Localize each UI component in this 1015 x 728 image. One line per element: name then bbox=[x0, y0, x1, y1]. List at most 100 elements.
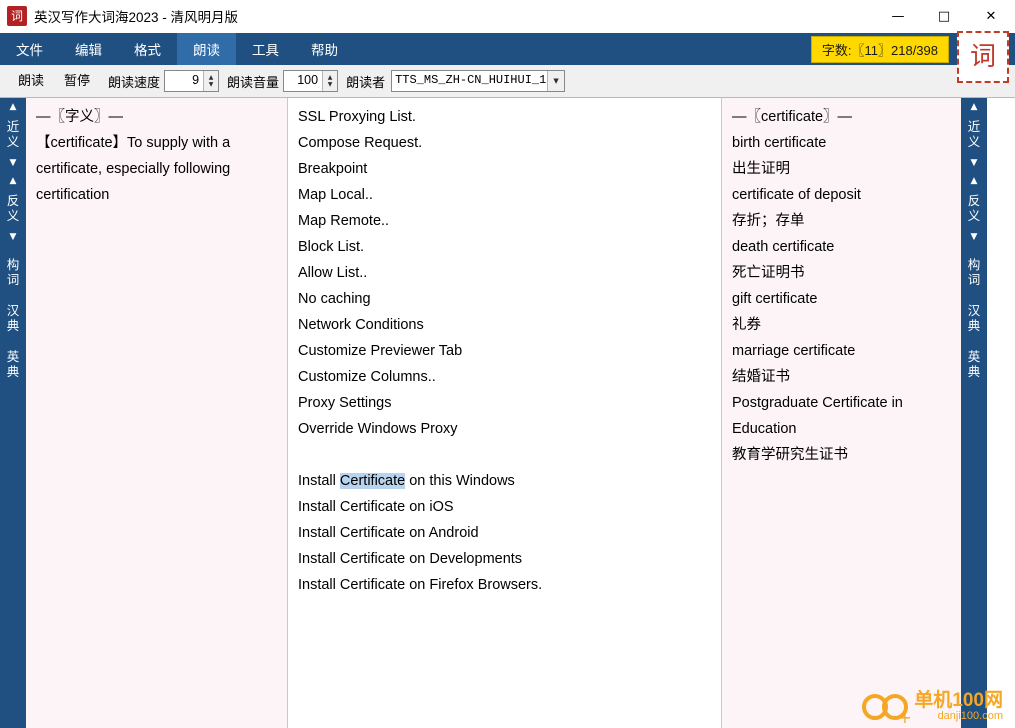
speed-stepper[interactable]: 9 ▲ ▼ bbox=[164, 70, 220, 92]
selected-word[interactable]: Certificate bbox=[339, 473, 406, 489]
volume-stepper[interactable]: 100 ▲ ▼ bbox=[283, 70, 339, 92]
editor-line: Install Certificate on Android bbox=[298, 525, 479, 541]
right-sidebar-item-antonym-line1: 反 bbox=[967, 194, 981, 208]
menu-item-read[interactable]: 朗读 bbox=[177, 33, 236, 65]
sidebar-item-synonym-line1: 近 bbox=[6, 120, 20, 134]
sidebar-item-synonym-line2: 义 bbox=[6, 135, 20, 149]
sidebar-item-english-dict-line1: 英 bbox=[6, 350, 20, 364]
editor-line-suffix: on this Windows bbox=[405, 473, 515, 489]
right-rail-up-arrow-icon[interactable]: ▲ bbox=[961, 98, 987, 116]
menu-bar: 文件 编辑 格式 朗读 工具 帮助 字数:〖11〗218/398 词 bbox=[0, 31, 1015, 83]
minimize-button[interactable]: — bbox=[875, 0, 921, 32]
seal-stamp-glyph: 词 bbox=[969, 42, 996, 72]
phrase-line: 结婚证书 bbox=[732, 369, 790, 385]
read-button[interactable]: 朗读 bbox=[8, 69, 54, 93]
editor-line: Customize Columns.. bbox=[298, 369, 436, 385]
read-toolbar: 朗读 暂停 朗读速度 9 ▲ ▼ 朗读音量 100 ▲ ▼ 朗读者 TTS_MS_Z… bbox=[0, 65, 1015, 98]
sidebar-item-antonym-line2: 义 bbox=[6, 209, 20, 223]
editor-line: Install Certificate on iOS bbox=[298, 499, 454, 515]
close-button[interactable]: ✕ bbox=[967, 0, 1015, 32]
editor-line: Allow List.. bbox=[298, 265, 368, 281]
sidebar-item-synonym[interactable]: 近 义 bbox=[0, 116, 26, 154]
title-bar: 词 英汉写作大词海2023 - 清风明月版 — □ ✕ bbox=[0, 0, 1015, 33]
right-sidebar-item-chinese-dict-line2: 典 bbox=[967, 319, 981, 333]
left-rail-up-arrow-icon[interactable]: ▲ bbox=[0, 98, 26, 116]
right-sidebar-item-antonym[interactable]: 反 义 bbox=[961, 190, 987, 228]
menu-item-file[interactable]: 文件 bbox=[0, 33, 59, 65]
seal-stamp-icon: 词 bbox=[957, 31, 1009, 83]
right-sidebar-item-synonym-line1: 近 bbox=[967, 120, 981, 134]
phrase-line: Postgraduate Certificate in bbox=[732, 395, 903, 411]
window-controls: — □ ✕ bbox=[875, 0, 1015, 32]
right-sidebar-item-synonym-line2: 义 bbox=[967, 135, 981, 149]
sidebar-item-antonym[interactable]: 反 义 bbox=[0, 190, 26, 228]
voice-label: 朗读者 bbox=[346, 74, 386, 90]
editor-line: No caching bbox=[298, 291, 371, 307]
editor-line: Install Certificate on Firefox Browsers. bbox=[298, 577, 543, 593]
definition-pane: —〖字义〗— 【certificate】To supply with a cer… bbox=[26, 98, 288, 728]
maximize-button[interactable]: □ bbox=[921, 0, 967, 32]
right-sidebar-item-synonym[interactable]: 近 义 bbox=[961, 116, 987, 154]
word-count-badge: 字数:〖11〗218/398 bbox=[810, 35, 949, 63]
right-rail-down-arrow-icon-2[interactable]: ▼ bbox=[961, 228, 987, 246]
right-sidebar-item-chinese-dict[interactable]: 汉 典 bbox=[961, 300, 987, 338]
pause-button[interactable]: 暂停 bbox=[54, 69, 100, 93]
editor-line-prefix: Install bbox=[298, 473, 340, 489]
right-sidebar-item-antonym-line2: 义 bbox=[967, 209, 981, 223]
speed-value[interactable]: 9 bbox=[165, 71, 203, 91]
right-sidebar-item-chinese-dict-line1: 汉 bbox=[967, 304, 981, 318]
volume-value[interactable]: 100 bbox=[284, 71, 322, 91]
left-rail-up-arrow-icon-2[interactable]: ▲ bbox=[0, 172, 26, 190]
phrases-pane: —〖certificate〗— birth certificate 出生证明 c… bbox=[722, 98, 961, 728]
editor-line: Install Certificate on Developments bbox=[298, 551, 523, 567]
editor-line: Customize Previewer Tab bbox=[298, 343, 463, 359]
right-sidebar-item-english-dict-line2: 典 bbox=[967, 365, 981, 379]
sidebar-item-english-dict[interactable]: 英 典 bbox=[0, 346, 26, 384]
menu-item-edit[interactable]: 编辑 bbox=[59, 33, 118, 65]
editor-line-with-selection: Install Certificate on this Windows bbox=[298, 468, 711, 494]
editor-line: Block List. bbox=[298, 239, 365, 255]
phrase-line: death certificate bbox=[732, 239, 835, 255]
editor-line: Breakpoint bbox=[298, 161, 368, 177]
phrases-heading: —〖certificate〗— bbox=[732, 109, 853, 125]
editor-line: Proxy Settings bbox=[298, 395, 392, 411]
phrase-line: birth certificate bbox=[732, 135, 827, 151]
right-sidebar-item-english-dict-line1: 英 bbox=[967, 350, 981, 364]
definition-line: 【certificate】To supply with a bbox=[36, 135, 231, 151]
phrase-line: 死亡证明书 bbox=[732, 265, 805, 281]
voice-select[interactable]: TTS_MS_ZH-CN_HUIHUI_11. ▼ bbox=[391, 70, 566, 92]
right-rail-up-arrow-icon-2[interactable]: ▲ bbox=[961, 172, 987, 190]
sidebar-item-chinese-dict[interactable]: 汉 典 bbox=[0, 300, 26, 338]
left-rail-down-arrow-icon[interactable]: ▼ bbox=[0, 154, 26, 172]
sidebar-item-chinese-dict-line1: 汉 bbox=[6, 304, 20, 318]
definition-line: certificate, especially following bbox=[36, 161, 231, 177]
sidebar-item-word-formation[interactable]: 构 词 bbox=[0, 254, 26, 292]
editor-pane[interactable]: SSL Proxying List. Compose Request. Brea… bbox=[288, 98, 722, 728]
menu-item-tools[interactable]: 工具 bbox=[236, 33, 295, 65]
menu-spacer bbox=[354, 33, 811, 65]
main-body: ▲ 近 义 ▼ ▲ 反 义 ▼ 构 词 汉 典 英 典 —〖字义〗— 【cert… bbox=[0, 98, 1015, 728]
phrase-line: certificate of deposit bbox=[732, 187, 861, 203]
right-sidebar-item-english-dict[interactable]: 英 典 bbox=[961, 346, 987, 384]
dictionary-icon: 词 bbox=[7, 6, 27, 26]
menu-item-format[interactable]: 格式 bbox=[118, 33, 177, 65]
voice-value[interactable]: TTS_MS_ZH-CN_HUIHUI_11. bbox=[392, 71, 547, 91]
application-window: 词 英汉写作大词海2023 - 清风明月版 — □ ✕ 文件 编辑 格式 朗读 … bbox=[0, 0, 1015, 728]
phrase-line: 存折；存单 bbox=[732, 213, 805, 229]
left-rail-down-arrow-icon-2[interactable]: ▼ bbox=[0, 228, 26, 246]
sidebar-item-antonym-line1: 反 bbox=[6, 194, 20, 208]
definition-heading: —〖字义〗— bbox=[36, 109, 123, 125]
volume-stepper-arrows[interactable]: ▲ ▼ bbox=[322, 71, 338, 91]
sidebar-item-word-formation-line1: 构 bbox=[6, 258, 20, 272]
editor-line: Network Conditions bbox=[298, 317, 424, 333]
editor-line: Map Remote.. bbox=[298, 213, 390, 229]
editor-blank-line bbox=[298, 442, 711, 468]
phrase-line: gift certificate bbox=[732, 291, 818, 307]
phrase-line: 礼券 bbox=[732, 317, 761, 333]
menu-item-help[interactable]: 帮助 bbox=[295, 33, 354, 65]
right-rail-down-arrow-icon[interactable]: ▼ bbox=[961, 154, 987, 172]
speed-stepper-arrows[interactable]: ▲ ▼ bbox=[203, 71, 219, 91]
right-sidebar-item-word-formation[interactable]: 构 词 bbox=[961, 254, 987, 292]
chevron-down-icon[interactable]: ▼ bbox=[547, 71, 565, 91]
editor-line: Compose Request. bbox=[298, 135, 423, 151]
